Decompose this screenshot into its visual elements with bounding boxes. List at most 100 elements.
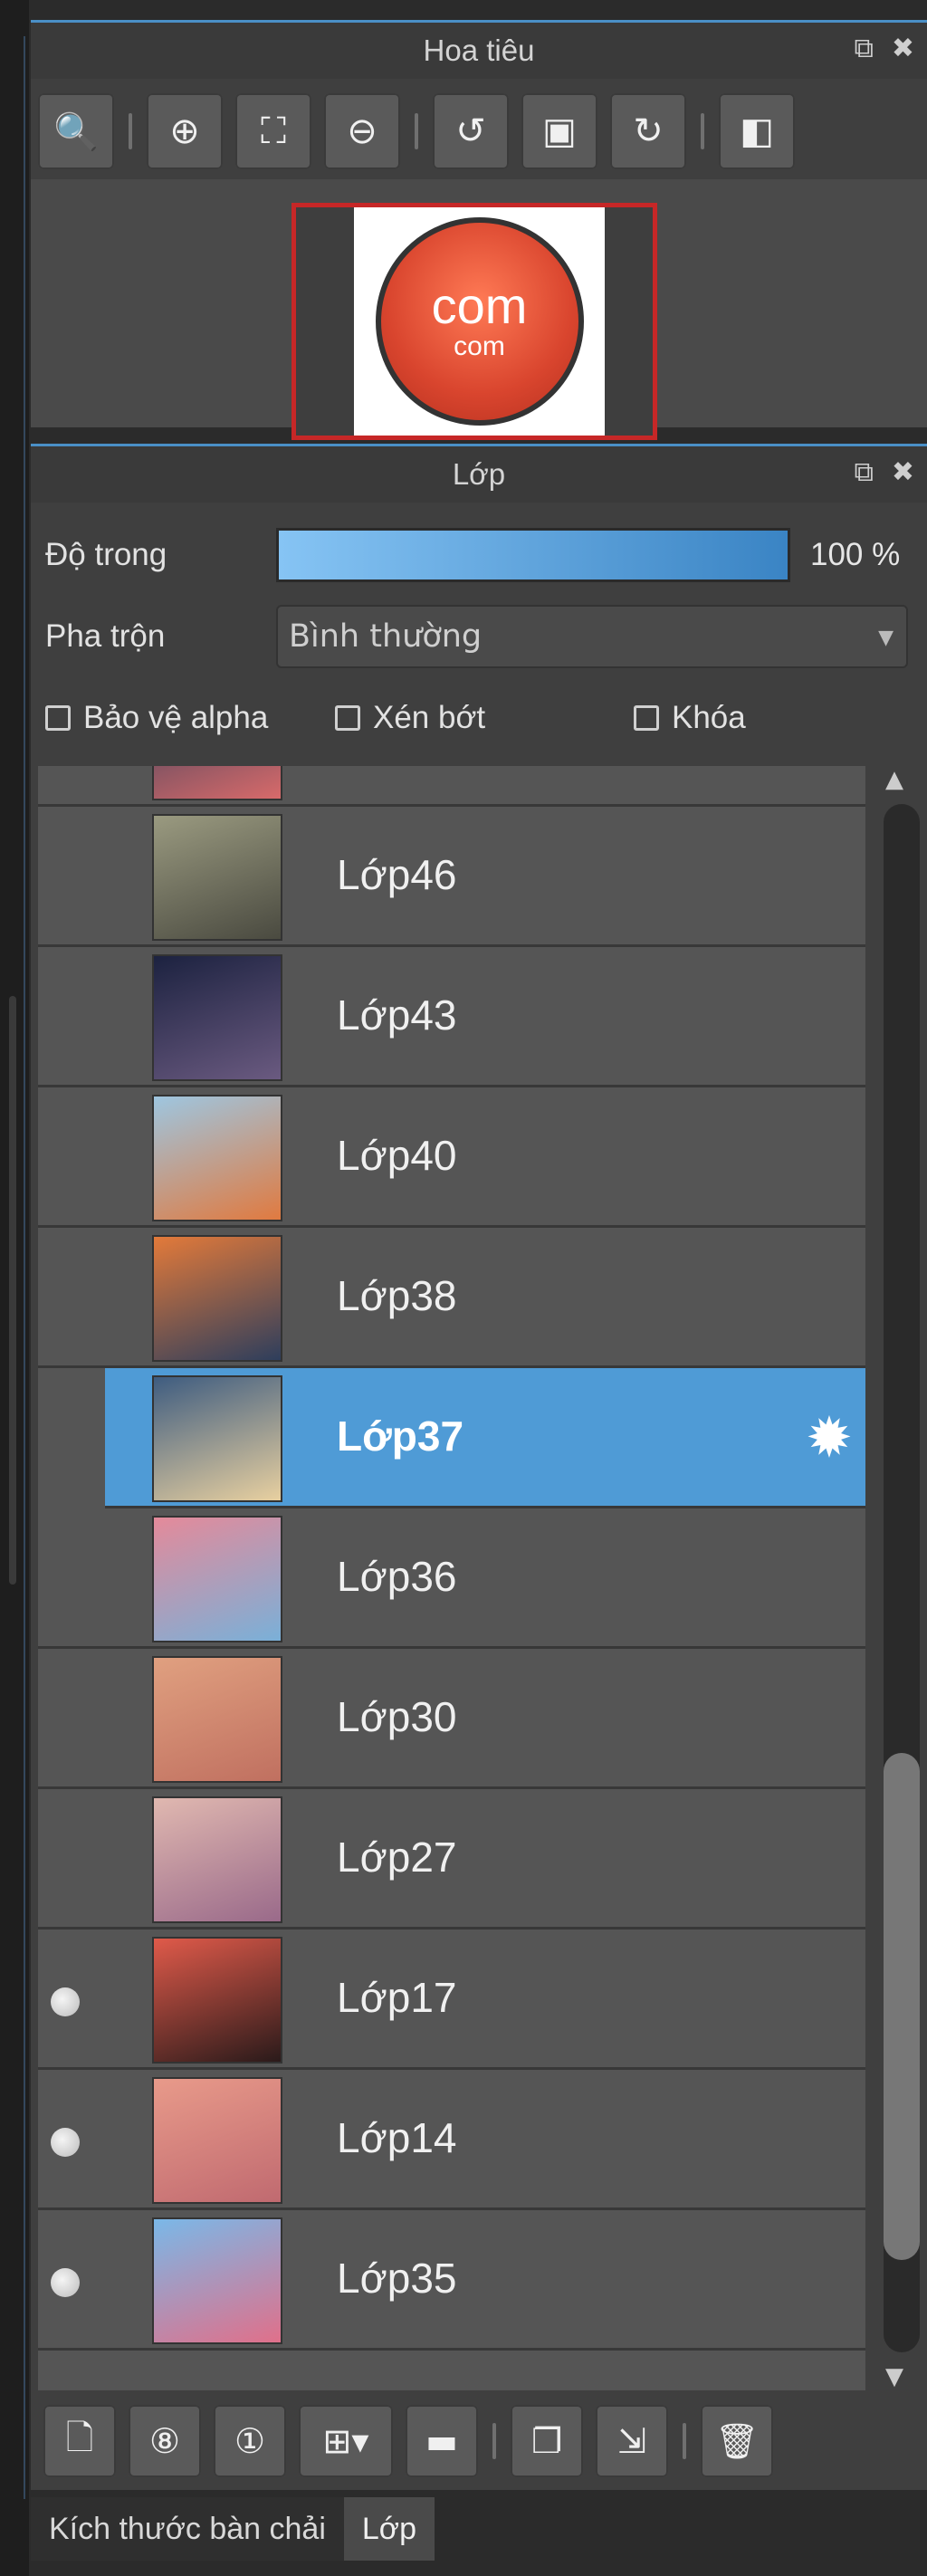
blend-mode-select[interactable]: Bình thường ▼ — [276, 605, 908, 668]
clipping-checkbox[interactable]: Xén bớt — [335, 700, 634, 736]
add-layer-menu-button[interactable]: ⊞▾ — [299, 2405, 393, 2477]
layer-row[interactable]: Lớp40 — [38, 1087, 865, 1228]
layer-name: Lớp37 — [337, 1412, 464, 1460]
layer-name: Lớp38 — [337, 1272, 457, 1319]
frame-icon: ▣ — [542, 110, 577, 152]
dock-splitter[interactable] — [9, 996, 16, 1585]
rotate-left-button[interactable]: ↺ — [433, 93, 509, 169]
undock-icon[interactable]: ⧉ — [854, 459, 873, 486]
layer-name: Lớp46 — [337, 851, 457, 898]
layer-row[interactable]: Lớp30 — [38, 1649, 865, 1789]
delete-layer-button[interactable]: 🗑 — [701, 2405, 773, 2477]
close-icon[interactable]: ✖ — [892, 459, 914, 486]
layer-thumbnail — [154, 1096, 281, 1220]
navigator-title: Hoa tiêu — [423, 34, 535, 67]
layer-row[interactable]: Lớp17 — [38, 1930, 865, 2070]
protect-alpha-checkbox[interactable]: Bảo vệ alpha — [45, 700, 335, 736]
checkbox-icon — [634, 705, 659, 731]
layer-options-row: Bảo vệ alpha Xén bớt Khóa — [45, 686, 913, 750]
layer-row[interactable]: Lớp43 — [38, 947, 865, 1087]
visibility-eye-icon[interactable] — [51, 1987, 80, 2016]
tab-brush-size[interactable]: Kích thước bàn chải — [31, 2497, 344, 2561]
close-icon[interactable]: ✖ — [892, 35, 914, 62]
layer-row[interactable]: Lớp14 — [38, 2070, 865, 2210]
undock-icon[interactable]: ⧉ — [854, 35, 873, 62]
fit-screen-icon: ⛶ — [261, 110, 286, 152]
zoom-out-button[interactable]: ⊖ — [324, 93, 400, 169]
layer-list[interactable]: Lớp47 Lớp46 Lớp43 Lớp40 Lớp38 Lớp37 ✹ Lớp36 Lớp3… — [38, 766, 865, 2390]
layer-row[interactable]: Lớp27 — [38, 1789, 865, 1930]
layer-list-scrollbar[interactable]: ▲ ▼ — [865, 766, 920, 2390]
lock-checkbox[interactable]: Khóa — [634, 700, 746, 736]
zoom-in-button[interactable]: ⊕ — [147, 93, 223, 169]
layer-thumbnail — [154, 1658, 281, 1781]
navigator-toolbar: 🔍 ⊕ ⛶ ⊖ ↺ ▣ ↻ ◧ — [38, 91, 920, 172]
layer-row[interactable]: Lớp35 — [38, 2210, 865, 2351]
new-folder-button[interactable]: ▬ — [406, 2405, 478, 2477]
layers-toolbar: 🗋 ⑧ ① ⊞▾ ▬ ❐ ⇲ 🗑 — [43, 2401, 914, 2481]
zoom-actual-size-button[interactable]: 🔍 — [38, 93, 114, 169]
layer-1bit-icon: ① — [234, 2421, 266, 2461]
canvas-thumbnail: com com — [354, 207, 605, 436]
scroll-up-icon[interactable]: ▲ — [885, 766, 903, 793]
visibility-eye-icon[interactable] — [51, 2128, 80, 2157]
layer-row[interactable]: Lớp46 — [38, 807, 865, 947]
zoom-in-icon: ⊕ — [169, 110, 200, 152]
viewport-frame[interactable]: com com — [291, 203, 657, 440]
layer-thumbnail — [154, 816, 281, 939]
layer-row[interactable]: Lớp47 — [38, 766, 865, 807]
left-dock-strip — [0, 0, 29, 2576]
layer-row[interactable]: Lớp38 — [38, 1228, 865, 1368]
layer-thumbnail — [154, 1377, 281, 1500]
layer-thumbnail — [154, 2079, 281, 2202]
layer-row[interactable]: Lớp36 — [38, 1508, 865, 1649]
toolbar-separator — [492, 2423, 496, 2459]
zoom-one-icon: 🔍 — [53, 110, 99, 153]
new-layer-button[interactable]: 🗋 — [43, 2405, 116, 2477]
new-1bit-layer-button[interactable]: ① — [214, 2405, 286, 2477]
layer-thumbnail — [154, 1518, 281, 1641]
duplicate-layer-button[interactable]: ❐ — [511, 2405, 583, 2477]
layers-titlebar: Lớp ⧉ ✖ — [31, 444, 927, 503]
rotate-left-icon: ↺ — [455, 110, 486, 152]
duplicate-icon: ❐ — [530, 2421, 563, 2461]
opacity-label: Độ trong — [45, 537, 167, 572]
layer-name: Lớp40 — [337, 1132, 457, 1179]
tab-layers[interactable]: Lớp — [343, 2497, 435, 2561]
flip-horizontal-button[interactable]: ◧ — [719, 93, 795, 169]
checkbox-icon — [335, 705, 360, 731]
folder-icon: ▬ — [425, 2421, 458, 2461]
layer-row[interactable]: Lớp37 ✹ — [105, 1368, 865, 1508]
fit-to-window-button[interactable]: ⛶ — [235, 93, 311, 169]
scroll-thumb[interactable] — [884, 1753, 920, 2260]
merge-down-button[interactable]: ⇲ — [596, 2405, 668, 2477]
layer-settings-gear-icon[interactable]: ✹ — [806, 1410, 853, 1466]
new-8bit-layer-button[interactable]: ⑧ — [129, 2405, 201, 2477]
layer-name: Lớp35 — [337, 2255, 457, 2302]
blend-label: Pha trộn — [45, 618, 166, 654]
layer-thumbnail — [154, 956, 281, 1079]
visibility-eye-icon[interactable] — [51, 2268, 80, 2297]
navigator-panel: Hoa tiêu ⧉ ✖ 🔍 ⊕ ⛶ ⊖ ↺ ▣ ↻ ◧ com com — [31, 20, 927, 440]
opacity-row: Độ trong 100 % — [45, 523, 913, 587]
trash-icon: 🗑 — [714, 2420, 760, 2461]
protect-alpha-label: Bảo vệ alpha — [83, 700, 269, 735]
layers-panel: Lớp ⧉ ✖ Độ trong 100 % Pha trộn Bình thư… — [31, 444, 927, 2490]
layer-name: Lớp30 — [337, 1693, 457, 1740]
logo-text-small: com — [454, 331, 505, 361]
layer-name: Lớp14 — [337, 2114, 457, 2161]
logo-image: com com — [375, 217, 584, 426]
flip-icon: ◧ — [740, 110, 774, 152]
reset-view-button[interactable]: ▣ — [521, 93, 597, 169]
scroll-down-icon[interactable]: ▼ — [885, 2363, 903, 2390]
rotate-right-button[interactable]: ↻ — [610, 93, 686, 169]
merge-icon: ⇲ — [617, 2421, 646, 2461]
layer-name: Lớp27 — [337, 1834, 457, 1881]
rotate-right-icon: ↻ — [633, 110, 664, 152]
layer-thumbnail — [154, 766, 281, 799]
opacity-slider[interactable] — [276, 528, 790, 582]
navigator-preview[interactable]: com com — [31, 179, 927, 440]
logo-text-large: com — [431, 277, 528, 334]
blend-mode-value: Bình thường — [289, 618, 483, 655]
toolbar-separator — [415, 113, 418, 149]
